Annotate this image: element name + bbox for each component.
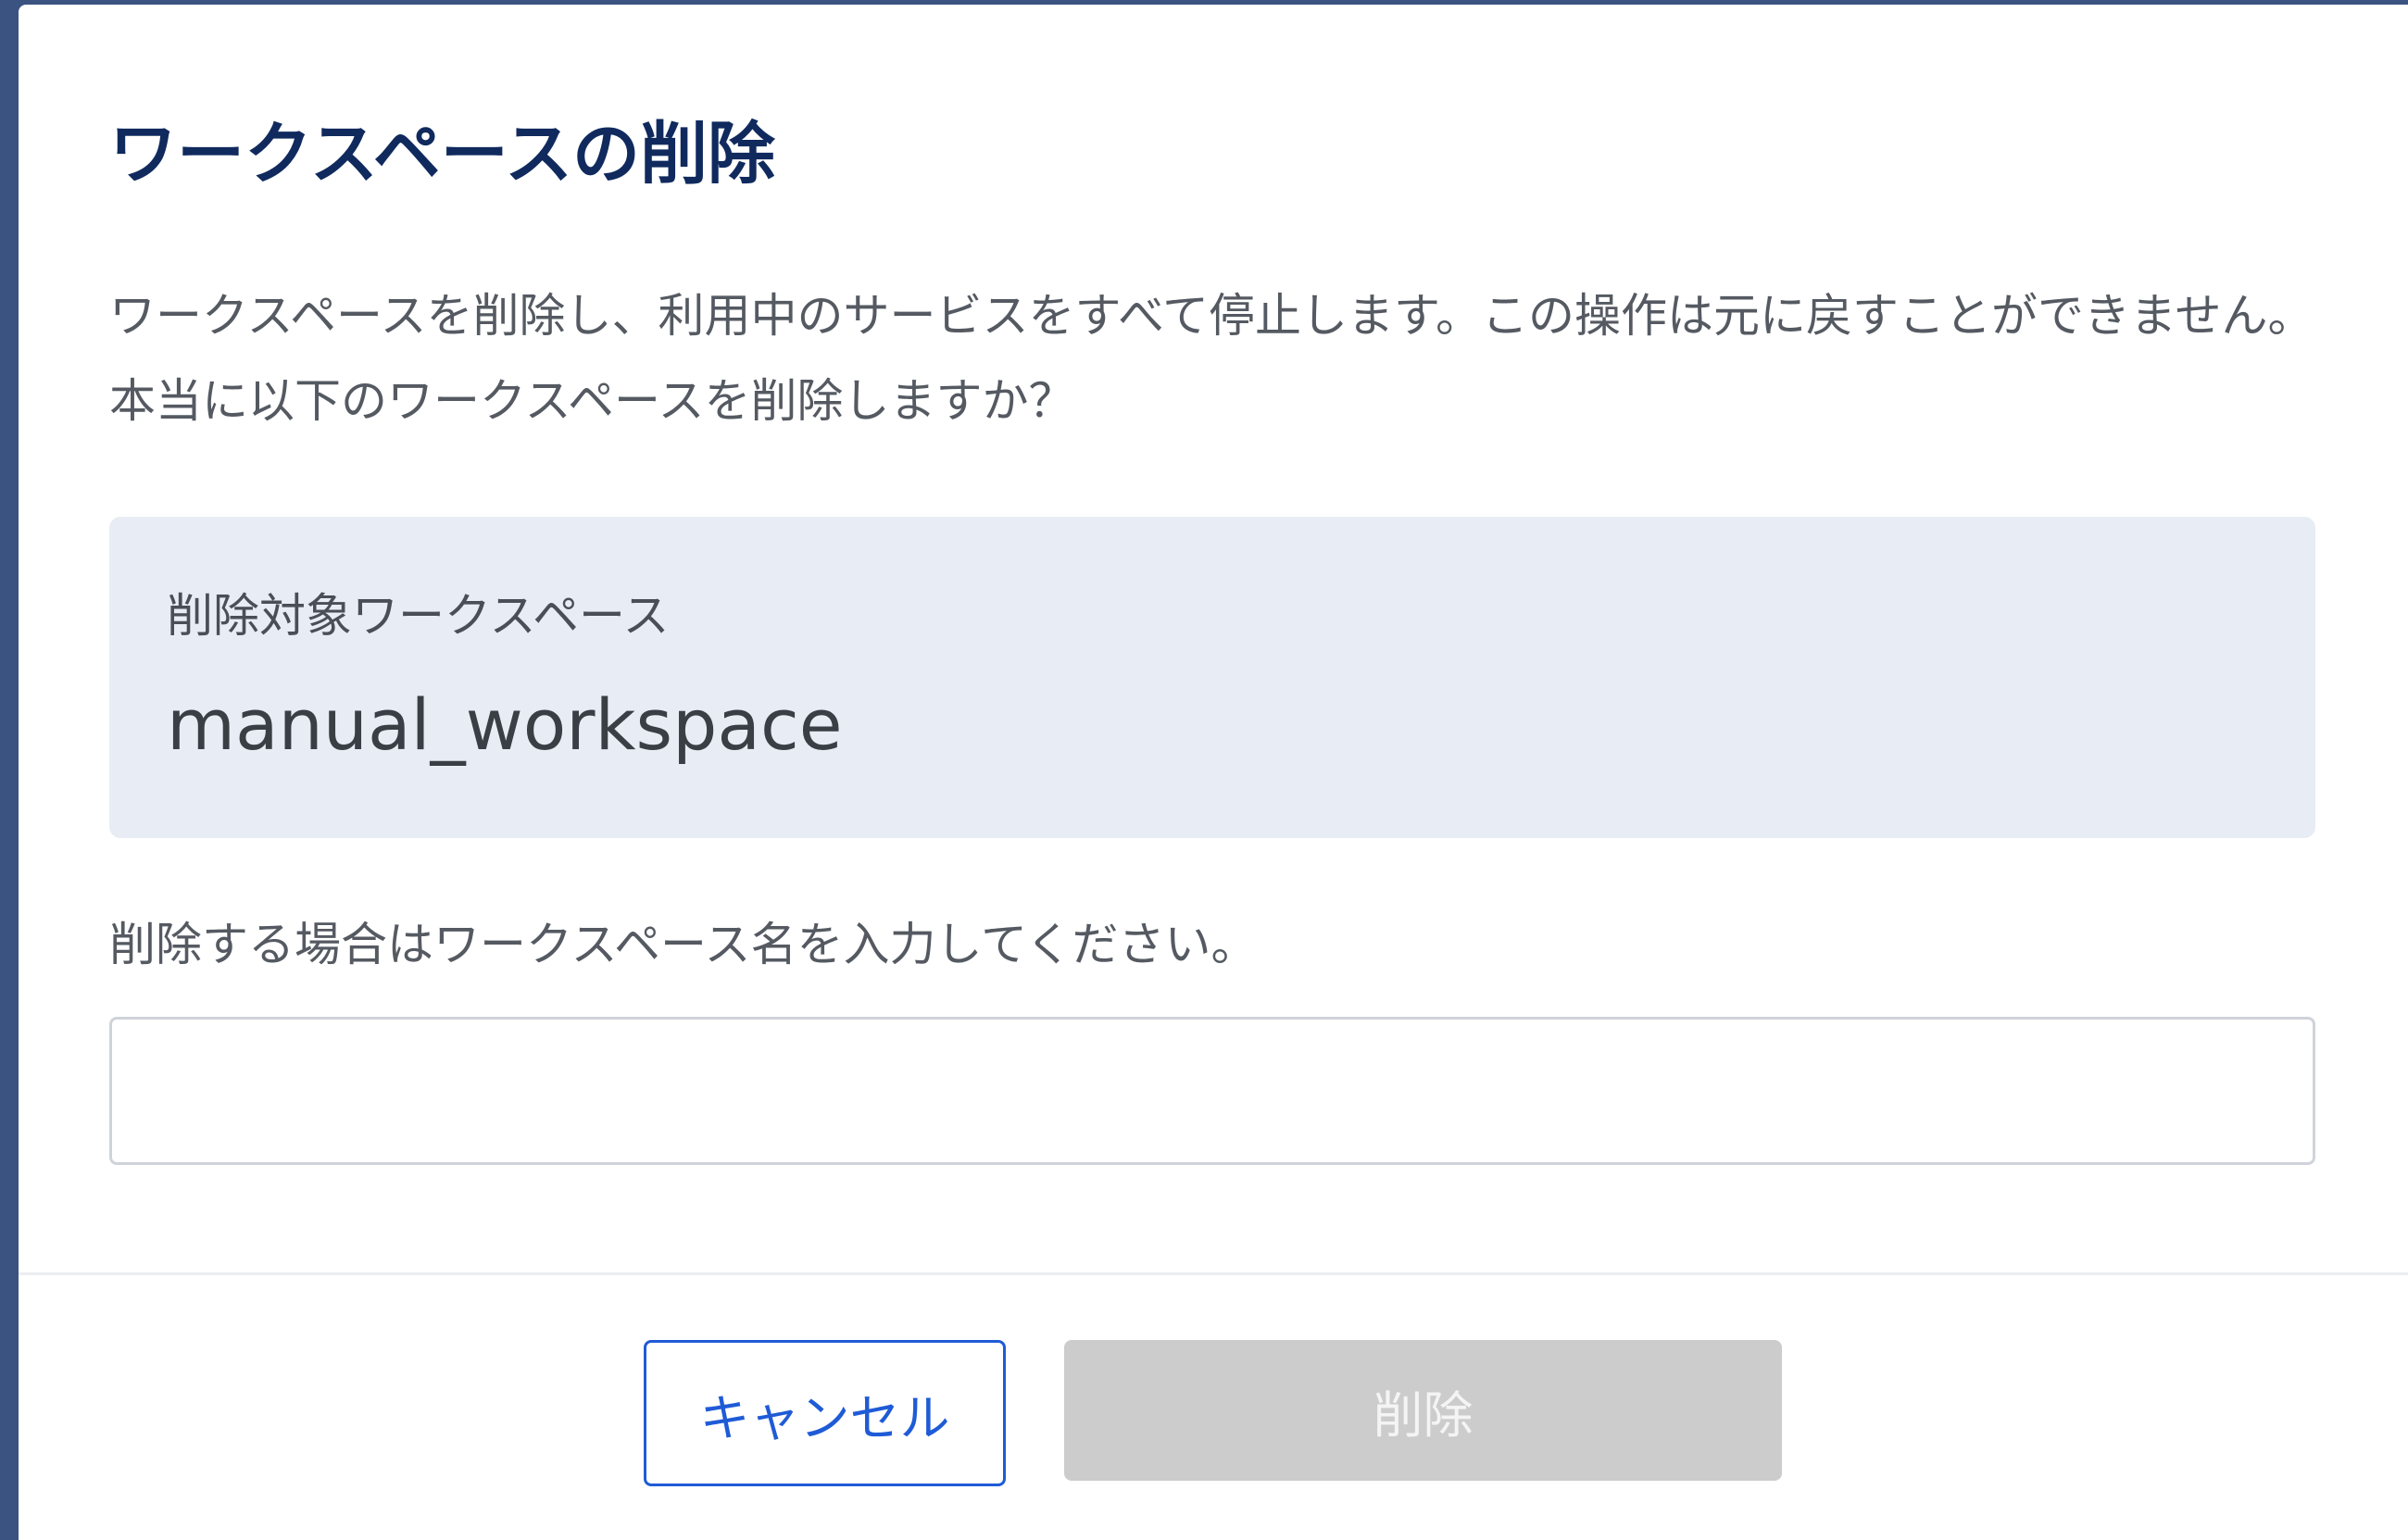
target-workspace-panel: 削除対象ワークスペース manual_workspace [109, 517, 2315, 838]
delete-button[interactable]: 削除 [1064, 1340, 1782, 1481]
footer-divider [19, 1272, 2408, 1275]
workspace-name-input[interactable] [109, 1017, 2315, 1165]
cancel-button[interactable]: キャンセル [644, 1340, 1006, 1486]
target-workspace-label: 削除対象ワークスペース [167, 589, 670, 643]
delete-workspace-dialog: ワークスペースの削除 ワークスペースを削除し、利用中のサービスをすべて停止します… [19, 5, 2408, 1540]
confirm-instruction: 削除する場合はワークスペース名を入力してください。 [109, 918, 1258, 971]
dialog-description: ワークスペースを削除し、利用中のサービスをすべて停止します。この操作は元に戻すこ… [109, 289, 2314, 428]
dialog-title: ワークスペースの削除 [109, 115, 776, 194]
target-workspace-name: manual_workspace [167, 683, 843, 766]
